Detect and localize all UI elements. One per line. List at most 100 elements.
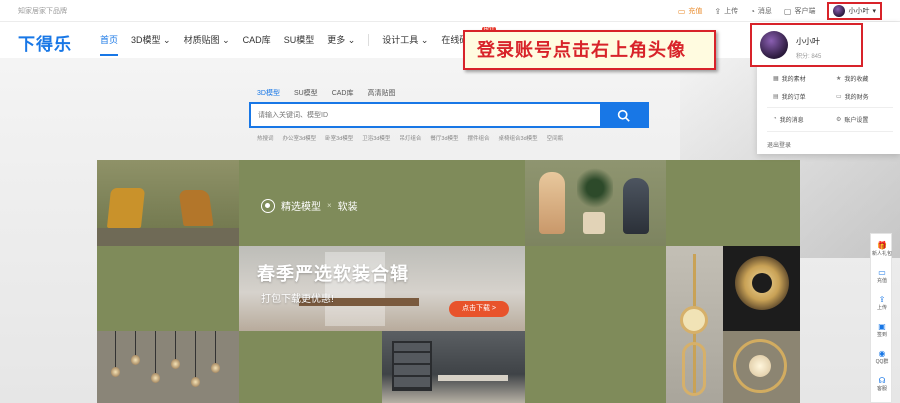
busts-image [525,160,666,246]
search-tab-su[interactable]: SU模型 [294,88,318,98]
search-button[interactable] [600,104,647,126]
sidebar-item-label: 新人礼包 [871,251,892,257]
menu-my-favorites[interactable]: ★ 我的收藏 [830,71,893,85]
shelf-decor [392,341,432,391]
upload-icon: ⇪ [714,6,722,16]
hotword-link[interactable]: 空间瓶 [547,134,564,142]
sidebar-item-label: 充值 [876,278,887,284]
logout-link[interactable]: 退出登录 [767,140,791,149]
site-logo[interactable]: 下得乐 [18,30,72,55]
menu-account-settings[interactable]: ⚙ 账户设置 [830,112,893,126]
room-interior-image [382,331,525,403]
chairs-image [97,160,239,246]
sidebar-item-newbie-gift[interactable]: 🎁 新人礼包 [871,236,893,262]
client-link[interactable]: ▢ 客户端 [784,6,816,16]
promo-banner[interactable]: 精选模型 × 软装 春季严选软装合辑 打包下载更优惠! 点击下载 > [97,160,800,403]
download-button[interactable]: 点击下载 > [449,301,509,317]
pendant-lights-image [97,331,239,403]
lounge-chair-image [106,188,146,228]
pendant-cord [215,331,216,365]
nav-label: 3D模型 [131,35,161,45]
hotword-link[interactable]: 桌椅组合3d模型 [499,134,538,142]
nav-label: SU模型 [283,35,315,45]
chevron-down-icon: ⌄ [347,35,356,45]
table-decor [438,375,508,381]
nav-label: CAD库 [242,35,271,45]
search-tab-3d[interactable]: 3D模型 [257,88,280,98]
messages-link[interactable]: ◔ 消息 [750,6,772,16]
headset-icon: ☊ [878,376,886,385]
banner-brand-row: 精选模型 × 软装 [261,198,358,213]
user-name: 小小叶 [796,37,820,46]
search-tab-cad[interactable]: CAD库 [332,88,354,98]
nav-design-tools[interactable]: 设计工具 ⌄ [382,22,428,58]
search-icon [617,109,630,122]
sidebar-item-customer-service[interactable]: ☊ 客服 [871,371,893,397]
menu-label: 我的消息 [779,117,804,124]
disc-center-decor [752,273,772,293]
hotword-link[interactable]: 卧室3d模型 [325,134,353,142]
user-dropdown-menu: 小小叶 积分: 845 ▦ 我的素材 ★ 我的收藏 ▤ 我的订单 ▭ 我的财务 ◔ 我的消… [750,22,900,154]
recharge-link[interactable]: ▭ 充值 [678,6,703,16]
nav-cad[interactable]: CAD库 [243,22,271,58]
nav-su-models[interactable]: SU模型 [284,22,315,58]
sidebar-item-qq-group[interactable]: ◉ QQ群 [871,344,893,370]
chevron-down-icon: ▾ [872,8,876,15]
search-input[interactable] [251,104,602,126]
tutorial-annotation: 登录账号点击右上角头像 [463,30,716,70]
nav-home[interactable]: 首页 [100,22,119,58]
calendar-icon: ▣ [878,322,886,331]
chevron-down-icon: ⌄ [163,35,171,45]
hotword-link[interactable]: 吊灯组合 [399,134,421,142]
menu-my-assets[interactable]: ▦ 我的素材 [767,71,830,85]
menu-divider [767,131,893,132]
upload-link[interactable]: ⇪ 上传 [714,6,738,16]
menu-label: 账户设置 [844,117,869,124]
sidebar-item-upload[interactable]: ⇪ 上传 [871,290,893,316]
pendant-bulb [151,373,160,383]
top-brand-text[interactable]: 知家居家下品牌 [18,6,67,16]
nav-textures[interactable]: 材质贴图 ⌄ [184,22,230,58]
recharge-label: 充值 [688,8,703,15]
nav-more[interactable]: 更多 ⌄ [327,22,355,58]
search-tabs: 3D模型 SU模型 CAD库 高清贴图 [257,88,395,98]
messages-label: 消息 [757,8,772,15]
sidebar-item-label: QQ群 [875,359,889,365]
wallet-icon: ▭ [677,6,686,16]
hotwords-label: 热搜词 [257,136,274,142]
pendant-bulb [211,363,220,373]
menu-divider [767,107,893,108]
disc-lamp-image [723,246,800,331]
client-label: 客户端 [794,8,816,15]
pendant-cord [175,331,176,361]
banner-header-tile: 精选模型 × 软装 [239,160,525,246]
floating-sidebar: 🎁 新人礼包 ▭ 充值 ⇪ 上传 ▣ 签到 ◉ QQ群 ☊ 客服 [870,233,892,403]
doc-icon: ▤ [773,93,779,100]
menu-my-finance[interactable]: ▭ 我的财务 [830,89,893,103]
sidebar-item-checkin[interactable]: ▣ 签到 [871,317,893,343]
ring-lamp-image [723,331,800,403]
nav-label: 更多 [327,35,346,45]
banner-brand: 精选模型 [281,202,321,213]
hotword-link[interactable]: 办公室3d模型 [283,134,317,142]
search-tab-textures[interactable]: 高清贴图 [367,88,395,98]
user-profile-header[interactable]: 小小叶 积分: 845 [750,23,863,67]
pendant-cord [155,331,156,375]
menu-row: ◔ 我的消息 ⚙ 账户设置 [767,112,893,126]
hotword-link[interactable]: 卫浴3d模型 [362,134,390,142]
nav-3d-models[interactable]: 3D模型 ⌄ [131,22,171,58]
menu-my-messages[interactable]: ◔ 我的消息 [767,112,830,126]
banner-blank-tile [239,331,382,403]
menu-my-orders[interactable]: ▤ 我的订单 [767,89,830,103]
user-avatar-button[interactable]: 小小叶 ▾ [827,2,882,20]
menu-label: 我的订单 [781,94,806,101]
nav-divider [368,34,370,46]
floor-decor [97,228,239,246]
wallet-icon: ▭ [878,268,886,277]
lounge-chair-image [178,190,214,226]
top-utility-bar: 知家居家下品牌 ▭ 充值 ⇪ 上传 ◔ 消息 ▢ 客户端 小小叶 ▾ [0,0,900,22]
hotword-link[interactable]: 摆件组合 [468,134,490,142]
menu-label: 我的收藏 [844,76,869,83]
sidebar-item-recharge[interactable]: ▭ 充值 [871,263,893,289]
hotword-link[interactable]: 餐厅3d模型 [430,134,458,142]
